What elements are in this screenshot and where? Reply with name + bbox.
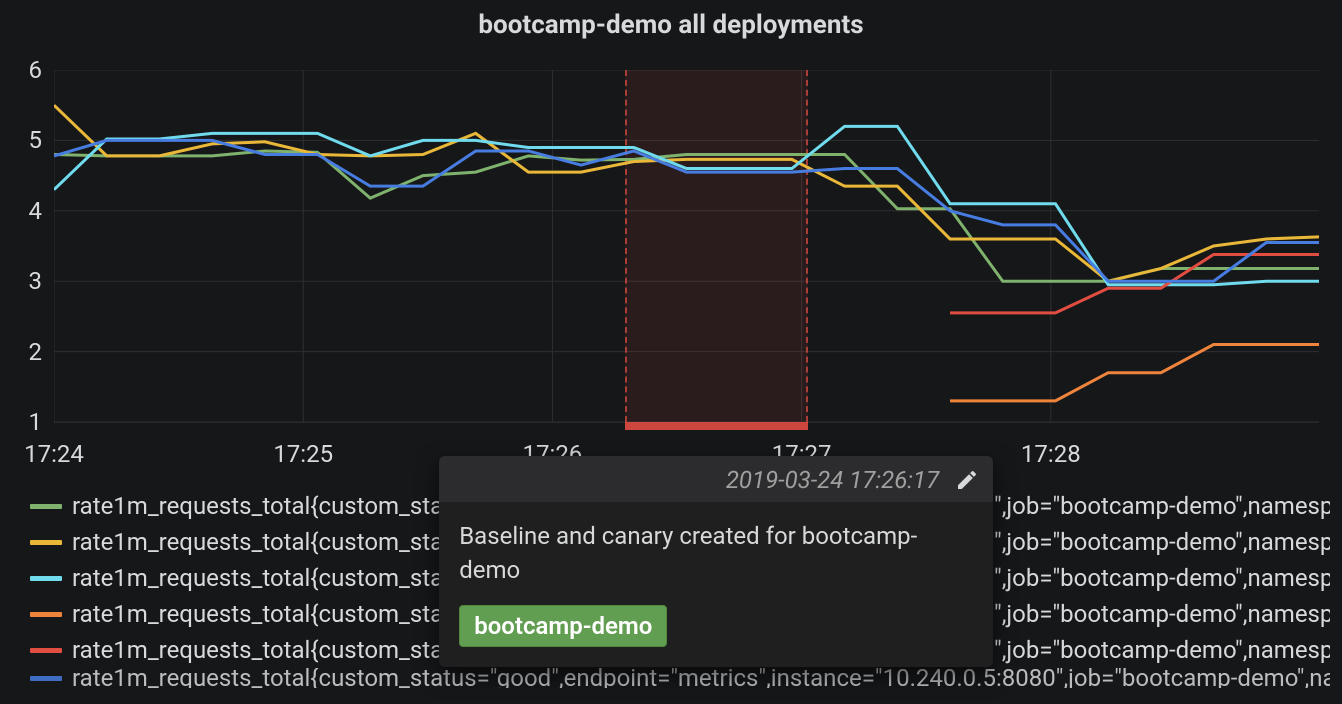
legend-label: rate1m_requests_total{custom_status="goo… bbox=[72, 668, 1330, 688]
legend-label-right: ",job="bootcamp-demo",namespa bbox=[994, 488, 1330, 524]
legend-label-right: ",job="bootcamp-demo",namespa bbox=[994, 596, 1330, 632]
y-axis: 6 5 4 3 2 1 bbox=[0, 70, 50, 422]
legend-label: rate1m_requests_total{custom_status bbox=[72, 524, 477, 560]
x-tick: 17:24 bbox=[24, 440, 84, 468]
x-tick: 17:28 bbox=[1021, 440, 1081, 468]
legend-swatch bbox=[30, 540, 62, 545]
annotation-underline bbox=[625, 422, 808, 430]
chart-panel: bootcamp-demo all deployments 6 5 4 3 2 … bbox=[0, 0, 1342, 704]
plot-area[interactable] bbox=[54, 70, 1319, 423]
legend-swatch bbox=[30, 612, 62, 617]
y-tick: 2 bbox=[2, 338, 42, 366]
panel-title: bootcamp-demo all deployments bbox=[0, 0, 1342, 54]
tooltip-tag[interactable]: bootcamp-demo bbox=[459, 605, 667, 647]
legend-swatch bbox=[30, 576, 62, 581]
legend-label-right: ",job="bootcamp-demo",namespa bbox=[994, 560, 1330, 596]
x-tick: 17:25 bbox=[273, 440, 333, 468]
legend-item[interactable]: rate1m_requests_total{custom_status="goo… bbox=[30, 668, 1330, 688]
y-tick: 3 bbox=[2, 267, 42, 295]
y-tick: 5 bbox=[2, 126, 42, 154]
legend-label: rate1m_requests_total{custom_status bbox=[72, 632, 477, 668]
tooltip-timestamp: 2019-03-24 17:26:17 bbox=[726, 466, 939, 494]
edit-icon[interactable] bbox=[955, 468, 979, 492]
legend-label: rate1m_requests_total{custom_status bbox=[72, 560, 477, 596]
tooltip-header: 2019-03-24 17:26:17 bbox=[439, 456, 993, 502]
y-tick: 1 bbox=[2, 408, 42, 436]
tooltip-text: Baseline and canary created for bootcamp… bbox=[439, 502, 993, 597]
legend-swatch bbox=[30, 676, 62, 681]
legend-label: rate1m_requests_total{custom_status bbox=[72, 488, 477, 524]
annotation-tooltip: 2019-03-24 17:26:17 Baseline and canary … bbox=[439, 456, 993, 667]
y-tick: 6 bbox=[2, 56, 42, 84]
tooltip-tags: bootcamp-demo bbox=[439, 597, 993, 667]
legend-swatch bbox=[30, 648, 62, 653]
legend-label-right: ",job="bootcamp-demo",namespa bbox=[994, 524, 1330, 560]
legend-label-right: ",job="bootcamp-demo",namespa bbox=[994, 632, 1330, 668]
tooltip-arrow bbox=[704, 456, 728, 458]
legend-swatch bbox=[30, 504, 62, 509]
legend-label: rate1m_requests_total{custom_status bbox=[72, 596, 477, 632]
y-tick: 4 bbox=[2, 197, 42, 225]
